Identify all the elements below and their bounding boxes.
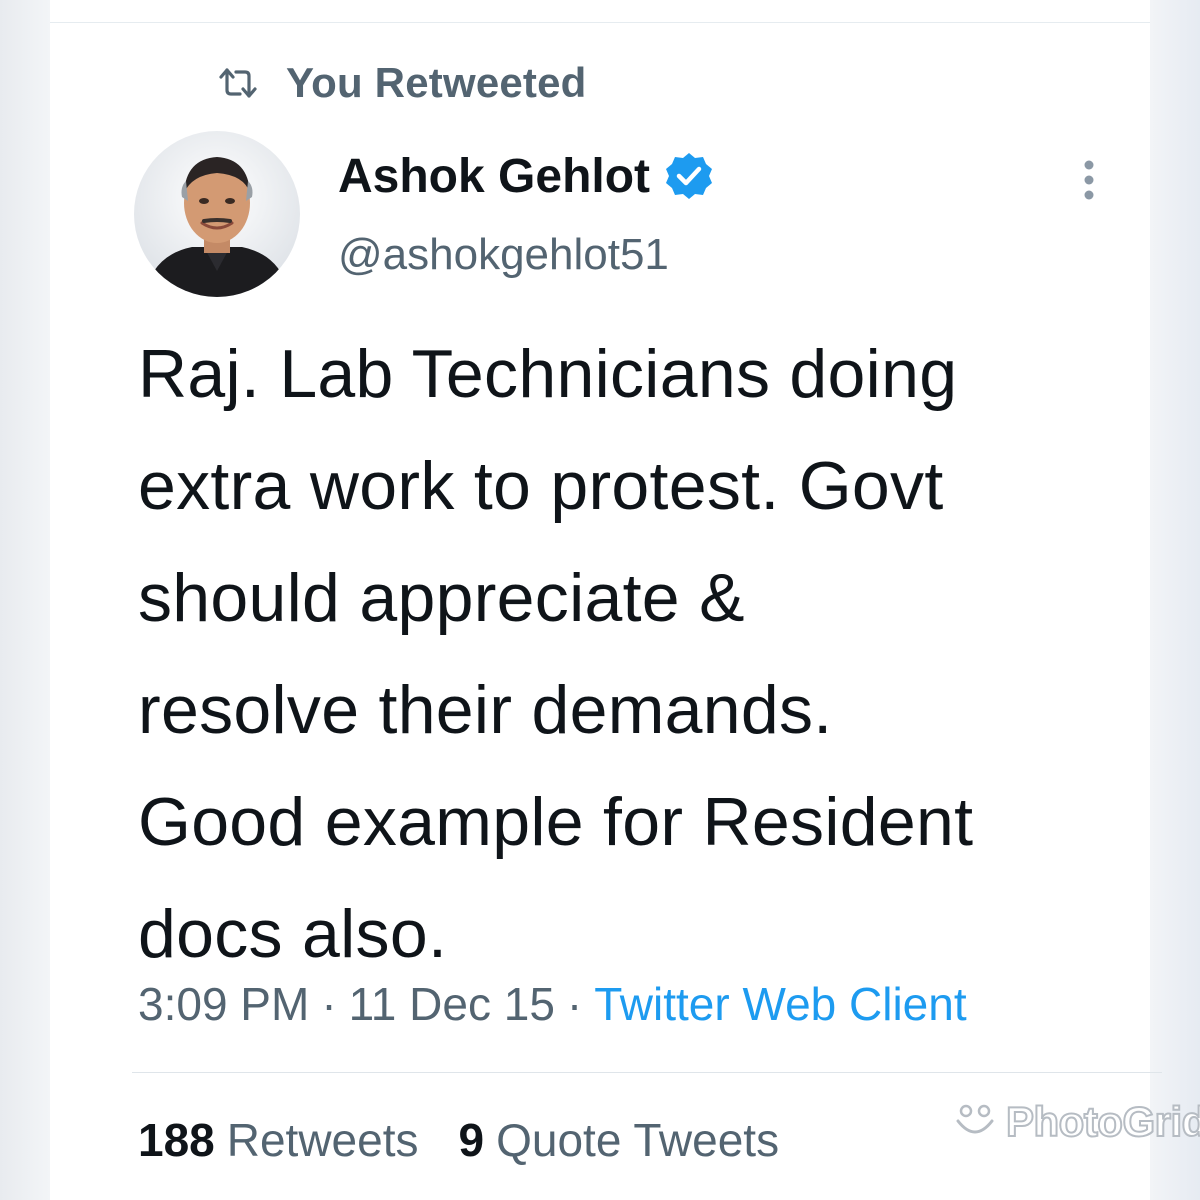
retweets-count: 188 (138, 1114, 215, 1166)
avatar-portrait (134, 131, 300, 297)
tweet-card: You Retweeted Ashok Gehlot @ashokgehlot5… (50, 0, 1200, 1200)
meta-separator: · (321, 978, 337, 1030)
photogrid-watermark: PhotoGrid (952, 1094, 1200, 1150)
more-options-icon[interactable] (1076, 158, 1102, 202)
tweet-date[interactable]: 11 Dec 15 (349, 977, 555, 1031)
retweet-label: You Retweeted (286, 59, 587, 106)
retweet-context: You Retweeted (218, 58, 587, 108)
author-row: Ashok Gehlot (338, 146, 714, 206)
tweet-meta: 3:09 PM · 11 Dec 15 · Twitter Web Client (138, 974, 967, 1034)
retweets-label: Retweets (226, 1114, 419, 1166)
meta-separator: · (566, 978, 583, 1030)
engagement-stats: 188 Retweets 9 Quote Tweets (138, 1110, 819, 1170)
client-link[interactable]: Twitter Web Client (594, 977, 966, 1031)
top-divider (50, 22, 1150, 23)
photogrid-logo-icon (956, 1104, 994, 1134)
retweets-stat[interactable]: 188 Retweets (138, 1113, 419, 1167)
quote-tweets-label: Quote Tweets (496, 1114, 780, 1166)
tweet-time[interactable]: 3:09 PM (138, 977, 309, 1031)
author-name[interactable]: Ashok Gehlot (338, 149, 650, 204)
left-backdrop (0, 0, 50, 1200)
author-handle[interactable]: @ashokgehlot51 (338, 230, 669, 280)
quote-tweets-stat[interactable]: 9 Quote Tweets (459, 1113, 780, 1167)
avatar[interactable] (134, 131, 300, 297)
tweet-text: Raj. Lab Technicians doing extra work to… (138, 336, 974, 972)
watermark-text: PhotoGrid (1005, 1097, 1200, 1146)
stats-divider (132, 1072, 1162, 1073)
quote-tweets-count: 9 (458, 1114, 485, 1166)
retweet-icon (219, 68, 257, 98)
verified-badge-icon (666, 153, 713, 199)
